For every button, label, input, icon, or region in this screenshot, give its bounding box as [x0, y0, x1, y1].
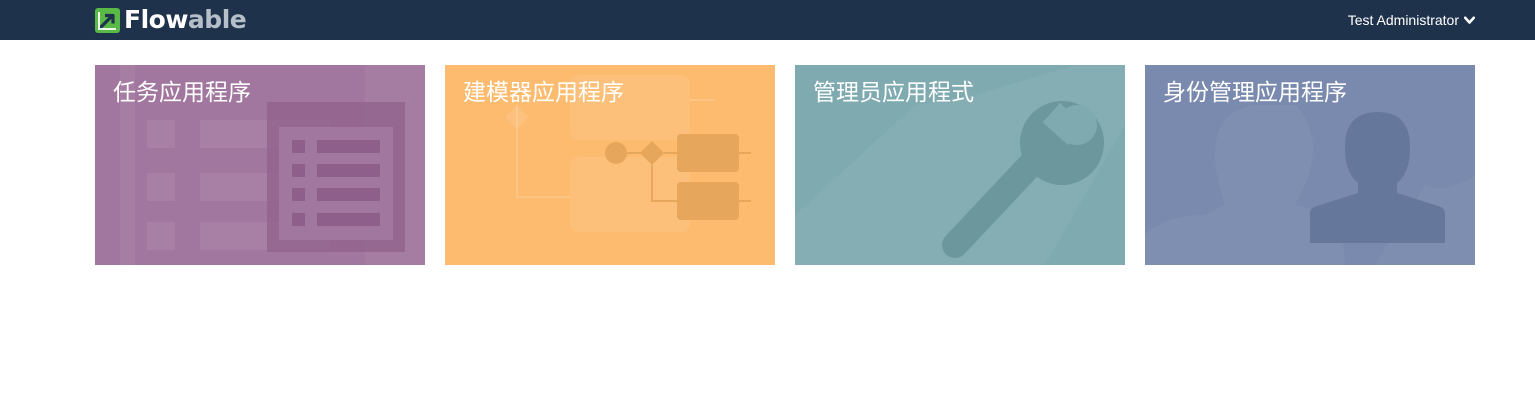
app-tile-identity[interactable]: 身份管理应用程序: [1145, 65, 1475, 265]
brand-name: Flowable: [124, 5, 247, 35]
app-tile-title: 管理员应用程式: [813, 80, 974, 106]
app-tile-admin[interactable]: 管理员应用程式: [795, 65, 1125, 265]
brand-name-part2: able: [187, 5, 247, 34]
flowable-logo[interactable]: Flowable: [95, 5, 247, 35]
app-tile-task[interactable]: 任务应用程序: [95, 65, 425, 265]
app-tile-modeler[interactable]: 建模器应用程序: [445, 65, 775, 265]
brand-name-part1: Flow: [124, 5, 188, 34]
user-menu[interactable]: Test Administrator: [1348, 0, 1475, 40]
chevron-down-icon: [1464, 16, 1475, 24]
top-navbar: Flowable Test Administrator: [0, 0, 1535, 40]
app-tile-title: 任务应用程序: [113, 80, 251, 106]
flowable-logo-icon: [95, 7, 120, 33]
user-name: Test Administrator: [1347, 12, 1459, 28]
app-tile-title: 建模器应用程序: [463, 80, 624, 106]
app-tile-title: 身份管理应用程序: [1163, 80, 1347, 106]
